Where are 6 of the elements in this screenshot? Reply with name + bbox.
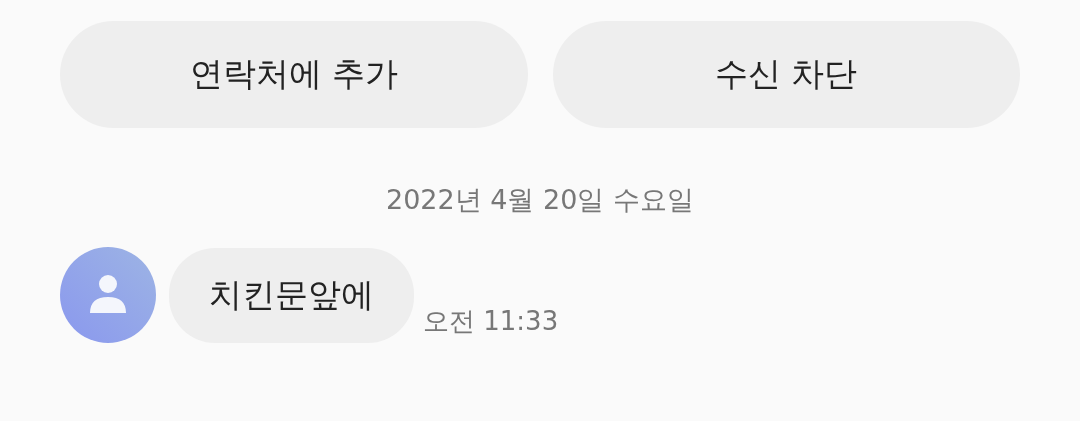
date-label: 2022년 4월 20일 수요일: [385, 183, 695, 217]
action-button[interactable]: 연락처에 추가: [60, 21, 528, 128]
message-bubble: 치킨문앞에: [169, 248, 414, 343]
avatar-icon: [60, 247, 156, 343]
action-button[interactable]: 수신 차단: [552, 21, 1020, 128]
message-time: 오전 11:33: [423, 305, 559, 338]
